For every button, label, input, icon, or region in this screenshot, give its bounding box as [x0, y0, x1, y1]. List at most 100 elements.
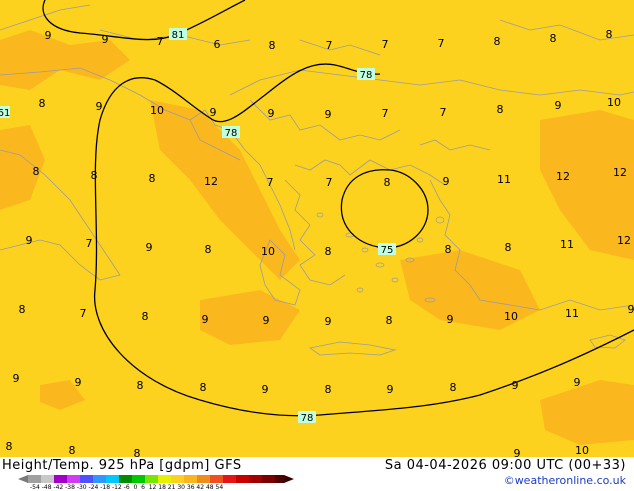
temp-label: 7 [86, 237, 93, 250]
weatheronline-credit[interactable]: ©weatheronline.co.uk [504, 474, 626, 487]
contour-label-text: 78 [360, 70, 373, 81]
scale-bin [210, 475, 223, 483]
scale-bin [80, 475, 93, 483]
temp-label: 7 [326, 39, 333, 52]
temp-label: 9 [555, 99, 562, 112]
temp-label: 9 [202, 313, 209, 326]
scale-bin [262, 475, 275, 483]
scale-bin [119, 475, 132, 483]
scale-bin [236, 475, 249, 483]
temp-label: 9 [13, 372, 20, 385]
contour-label: 75 [378, 243, 396, 256]
contour-label-text: 78 [225, 128, 238, 139]
temp-label: 8 [386, 314, 393, 327]
scale-left-arrow [18, 475, 28, 483]
temp-label: 10 [575, 444, 589, 457]
temp-label: 11 [497, 173, 511, 186]
temp-label: 8 [6, 440, 13, 453]
temp-label: 9 [447, 313, 454, 326]
temp-label: 9 [574, 376, 581, 389]
temp-label: 11 [565, 307, 579, 320]
temp-label: 12 [613, 166, 627, 179]
contour-label-text: 81 [172, 30, 185, 41]
temp-label: 9 [628, 303, 634, 316]
temp-label: 8 [384, 176, 391, 189]
temp-label: 9 [514, 447, 521, 457]
contour-label: 78 [222, 126, 240, 139]
temp-label: 10 [504, 310, 518, 323]
temp-label: 7 [157, 35, 164, 48]
temp-label: 8 [134, 447, 141, 457]
temp-label: 9 [325, 315, 332, 328]
contour-label-text: 75 [381, 245, 394, 256]
temp-label: 8 [269, 39, 276, 52]
temp-label: 9 [262, 383, 269, 396]
scale-bin [28, 475, 41, 483]
temp-label: 9 [443, 175, 450, 188]
temp-label: 7 [440, 106, 447, 119]
temp-label: 12 [204, 175, 218, 188]
scale-bin [197, 475, 210, 483]
temp-label: 8 [505, 241, 512, 254]
temp-label: 8 [494, 35, 501, 48]
scale-bin [67, 475, 80, 483]
temp-label: 10 [607, 96, 621, 109]
temp-label: 9 [96, 100, 103, 113]
temp-label: 7 [438, 37, 445, 50]
temp-label: 8 [33, 165, 40, 178]
contour-label-text: 78 [301, 413, 314, 424]
temp-label: 8 [137, 379, 144, 392]
temp-label: 11 [560, 238, 574, 251]
temp-label: 9 [146, 241, 153, 254]
temp-label: 6 [214, 38, 221, 51]
temp-label: 12 [556, 170, 570, 183]
temp-label: 9 [387, 383, 394, 396]
temp-label: 7 [80, 307, 87, 320]
contour-label: 78 [357, 68, 375, 81]
temp-label: 8 [39, 97, 46, 110]
map-datetime: Sa 04-04-2026 09:00 UTC (00+33) [385, 458, 626, 473]
scale-bin [275, 475, 284, 483]
temp-label: 9 [210, 106, 217, 119]
temp-label: 9 [102, 33, 109, 46]
temp-label: 7 [382, 38, 389, 51]
map-title: Height/Temp. 925 hPa [gdpm] GFS [2, 458, 242, 473]
scale-bin [54, 475, 67, 483]
temp-label: 7 [382, 107, 389, 120]
scale-right-arrow [284, 475, 294, 483]
temp-label: 9 [45, 29, 52, 42]
scale-bin [184, 475, 197, 483]
scale-bin [223, 475, 236, 483]
temp-label: 7 [267, 176, 274, 189]
temp-label: 12 [617, 234, 631, 247]
temp-label: 9 [325, 108, 332, 121]
scale-bin [106, 475, 119, 483]
contour-label: 78 [298, 411, 316, 424]
temp-label: 9 [26, 234, 33, 247]
temp-label: 10 [150, 104, 164, 117]
temp-label: 8 [550, 32, 557, 45]
scale-bin [93, 475, 106, 483]
temp-label: 9 [75, 376, 82, 389]
temp-label: 8 [606, 28, 613, 41]
contour-label-text: 61 [0, 108, 10, 119]
temp-label: 9 [268, 107, 275, 120]
temp-label: 8 [142, 310, 149, 323]
temperature-color-scale [18, 475, 294, 483]
temp-label: 8 [450, 381, 457, 394]
contour-label: 81 [169, 28, 187, 41]
weather-map: 81 78 78 61 75 78 9 9 7 6 8 7 7 7 8 [0, 0, 634, 457]
temp-label: 8 [200, 381, 207, 394]
temp-label: 8 [69, 444, 76, 457]
scale-bin [41, 475, 54, 483]
temp-label: 7 [326, 176, 333, 189]
temp-label: 10 [261, 245, 275, 258]
temp-label: 8 [149, 172, 156, 185]
scale-bin [145, 475, 158, 483]
scale-bin [249, 475, 262, 483]
scale-bin [132, 475, 145, 483]
map-footer: Height/Temp. 925 hPa [gdpm] GFS Sa 04-04… [0, 457, 634, 490]
contour-label: 61 [0, 106, 10, 119]
temp-label: 8 [205, 243, 212, 256]
temp-label: 8 [325, 245, 332, 258]
